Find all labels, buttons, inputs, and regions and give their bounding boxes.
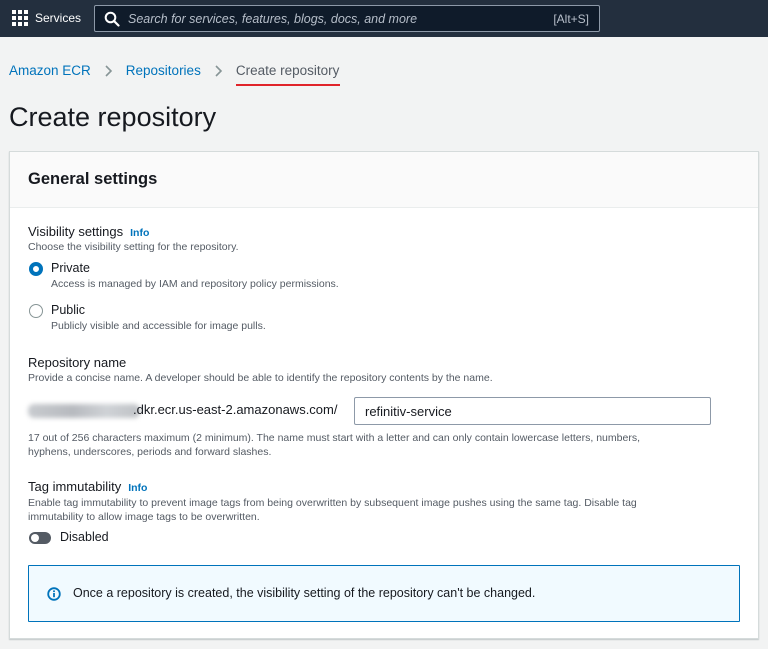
general-settings-panel: General settings Visibility settings Info… [9,151,759,639]
tag-immutability-label: Tag immutability [28,479,122,494]
grid-icon [12,10,28,26]
top-nav: Services [Alt+S] [0,0,768,37]
panel-header: General settings [10,152,758,208]
search-icon [104,11,120,27]
page-title: Create repository [9,102,217,132]
alert-text: Once a repository is created, the visibi… [73,586,536,600]
tag-immutability-info-link[interactable]: Info [128,482,147,494]
private-radio[interactable] [29,262,43,276]
panel-title: General settings [28,170,158,188]
tag-immutability-description-2: immutability to allow image tags to be o… [28,511,260,523]
toggle-knob [31,534,39,542]
visibility-info-link[interactable]: Info [130,227,149,239]
info-alert: Once a repository is created, the visibi… [28,565,740,622]
breadcrumb: Amazon ECR Repositories Create repositor… [9,63,340,86]
visibility-description: Choose the visibility setting for the re… [28,241,239,253]
tag-immutability-state: Disabled [60,530,109,544]
tag-immutability-label-row: Tag immutability Info [28,479,147,494]
breadcrumb-repositories[interactable]: Repositories [126,63,201,78]
chevron-right-icon [105,64,112,77]
repo-name-constraint-1: 17 out of 256 characters maximum (2 mini… [28,432,640,444]
repo-name-label: Repository name [28,355,127,370]
services-menu-button[interactable]: Services [12,9,81,27]
public-label: Public [51,303,86,317]
account-id-redacted [28,404,140,418]
repository-name-input[interactable] [354,397,711,425]
info-circle-icon [47,587,61,601]
tag-immutability-description-1: Enable tag immutability to prevent image… [28,497,637,509]
tag-immutability-toggle[interactable] [29,532,51,544]
public-description: Publicly visible and accessible for imag… [51,320,266,332]
search-input[interactable] [128,11,554,26]
breadcrumb-amazon-ecr[interactable]: Amazon ECR [9,63,91,78]
repo-name-description: Provide a concise name. A developer shou… [28,372,493,384]
public-radio[interactable] [29,304,43,318]
registry-uri-suffix: .dkr.ecr.us-east-2.amazonaws.com/ [133,402,338,417]
repo-name-constraint-2: hyphens, underscores, periods and forwar… [28,446,272,458]
private-label: Private [51,261,90,275]
services-label: Services [35,11,82,25]
chevron-right-icon [215,64,222,77]
private-description: Access is managed by IAM and repository … [51,278,339,290]
breadcrumb-current: Create repository [235,63,340,86]
search-bar[interactable]: [Alt+S] [94,5,600,32]
visibility-label: Visibility settings [28,224,124,239]
visibility-label-row: Visibility settings Info [28,224,149,239]
search-shortcut: [Alt+S] [553,11,589,26]
